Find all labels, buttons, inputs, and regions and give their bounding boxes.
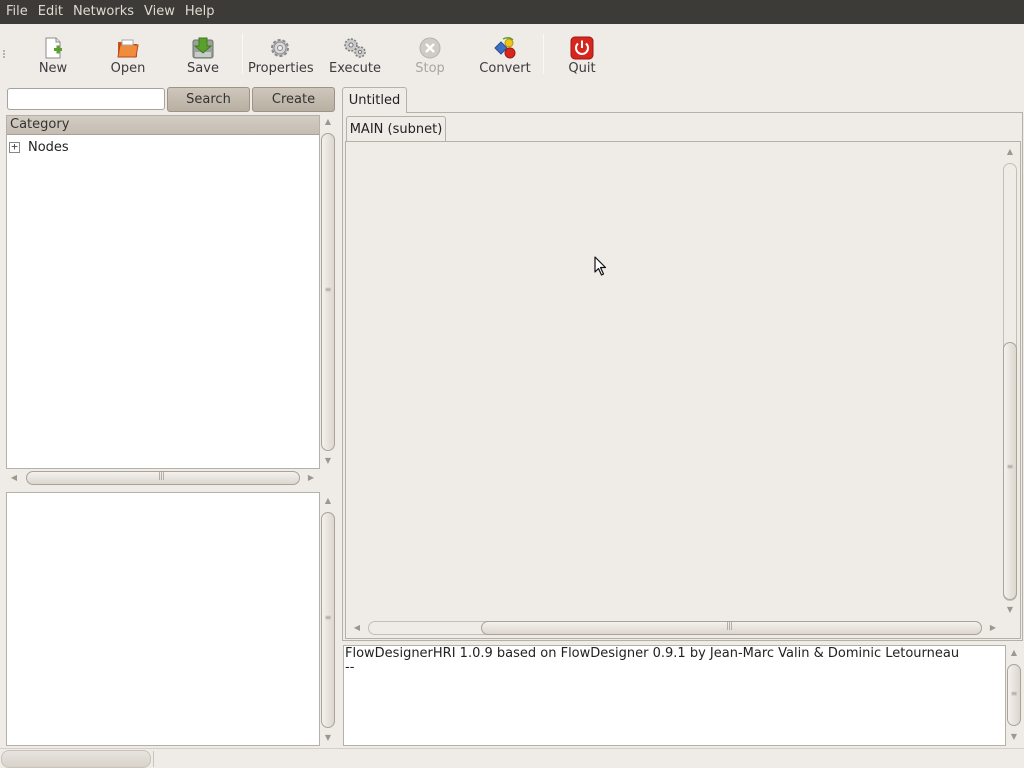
grip-icon: ≡ [1006,462,1014,471]
power-icon [570,36,594,60]
properties-button-label: Properties [248,61,314,76]
search-input[interactable] [7,88,165,110]
menu-view[interactable]: View [139,0,180,24]
mouse-pointer-icon [594,256,607,276]
grip-icon: ≡ [1010,689,1018,698]
category-tree-panel [6,115,320,469]
scroll-right-arrow-icon[interactable]: ▶ [305,473,317,483]
convert-button[interactable]: Convert [473,32,537,80]
category-column-header[interactable]: Category [7,116,319,135]
search-button[interactable]: Search [167,87,250,112]
log-output[interactable]: FlowDesignerHRI 1.0.9 based on FlowDesig… [343,645,1006,746]
grip-icon: ≡ [324,285,332,294]
status-separator [153,751,154,767]
canvas-horizontal-scrollbar[interactable]: ◀ ||| ▶ [350,621,1000,635]
log-line: -- [345,660,355,675]
execute-button-label: Execute [329,61,381,76]
scroll-up-arrow-icon[interactable]: ▲ [320,117,336,127]
scrollbar-thumb[interactable] [1003,342,1017,600]
scroll-up-arrow-icon[interactable]: ▲ [1006,648,1022,658]
scroll-up-arrow-icon[interactable]: ▲ [1002,147,1018,157]
canvas-vertical-scrollbar[interactable]: ▲ ≡ ▼ [1002,147,1018,617]
scroll-right-arrow-icon[interactable]: ▶ [986,623,1000,633]
menu-edit[interactable]: Edit [33,0,68,24]
new-button-label: New [38,61,68,76]
toolbar-separator [543,34,544,74]
scroll-down-arrow-icon[interactable]: ▼ [320,456,336,466]
category-vertical-scrollbar[interactable]: ▲ ≡ ▼ [320,117,336,467]
properties-button[interactable]: Properties [248,32,314,80]
execute-gears-icon [344,38,366,58]
menu-networks[interactable]: Networks [68,0,139,24]
toolbar-separator [242,34,243,74]
open-button[interactable]: Open [96,32,160,80]
tree-item-label: Nodes [28,139,69,155]
tab-untitled[interactable]: Untitled [342,87,407,113]
node-details-panel [6,492,320,746]
status-progress [1,750,151,768]
grip-icon: ||| [726,621,733,631]
menu-file[interactable]: File [1,0,33,24]
menu-help[interactable]: Help [180,0,220,24]
execute-button[interactable]: Execute [323,32,387,80]
statusbar [0,748,1024,768]
scroll-down-arrow-icon[interactable]: ▼ [1002,605,1018,615]
save-button-label: Save [187,61,219,76]
new-button[interactable]: New [21,32,85,80]
tab-main-subnet[interactable]: MAIN (subnet) [346,116,446,142]
convert-button-label: Convert [479,61,531,76]
scroll-up-arrow-icon[interactable]: ▲ [320,496,336,506]
scroll-down-arrow-icon[interactable]: ▼ [1006,732,1022,742]
quit-button-label: Quit [568,61,596,76]
category-horizontal-scrollbar[interactable]: ◀ ||| ▶ [8,471,320,485]
quit-button[interactable]: Quit [550,32,614,80]
convert-icon [494,36,516,59]
gear-icon [271,39,289,57]
stop-button-label: Stop [415,61,445,76]
scroll-left-arrow-icon[interactable]: ◀ [350,623,364,633]
toolbar-grip[interactable] [3,50,9,58]
open-button-label: Open [110,61,146,76]
scroll-left-arrow-icon[interactable]: ◀ [8,473,20,483]
scroll-down-arrow-icon[interactable]: ▼ [320,733,336,743]
toolbar: New Open Save Properties Execute Stop Co… [0,24,1024,85]
network-canvas[interactable] [345,141,1021,639]
grip-icon: ≡ [324,613,332,622]
log-vertical-scrollbar[interactable]: ▲ ≡ ▼ [1006,648,1022,744]
tree-row-nodes[interactable]: + Nodes [9,138,69,156]
create-button[interactable]: Create [252,87,335,112]
open-folder-icon [117,39,139,58]
save-icon [192,37,214,59]
menubar: File Edit Networks View Help [0,0,1024,24]
new-document-icon [45,37,62,59]
details-vertical-scrollbar[interactable]: ▲ ≡ ▼ [320,496,336,746]
log-line: FlowDesignerHRI 1.0.9 based on FlowDesig… [345,646,960,661]
grip-icon: ||| [158,471,165,481]
stop-icon [419,37,441,59]
expander-plus-icon[interactable]: + [9,141,20,153]
save-button[interactable]: Save [171,32,235,80]
stop-button[interactable]: Stop [398,32,462,80]
